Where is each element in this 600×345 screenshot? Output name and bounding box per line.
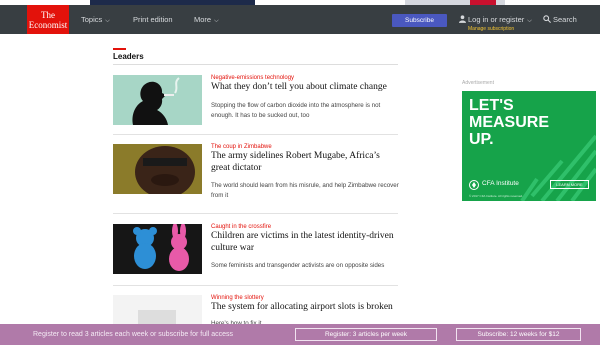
article-description: The world should learn from his misrule,… [211,182,399,199]
section-title: Leaders [113,52,144,61]
article-headline[interactable]: What they don’t tell you about climate c… [211,82,401,94]
nav-topics[interactable]: Topics ⌵ [81,15,110,26]
nav-topics-label: Topics [81,15,103,24]
advertisement-label: Advertisement [462,80,494,86]
subscribe-offer-button[interactable]: Subscribe: 12 weeks for $12 [456,328,581,341]
ad-headline: LET'S MEASURE UP. [469,97,549,148]
registration-message: Register to read 3 articles each week or… [33,331,233,338]
cfa-logo-icon [469,180,479,190]
article-flytitle: Caught in the crossfire [211,224,272,230]
article-headline[interactable]: The system for allocating airport slots … [211,302,401,314]
login-label: Log in or register [468,15,525,24]
login-button[interactable]: Log in or register ⌵ [459,15,532,26]
teddy-bear-icon [133,224,189,271]
article-flytitle: The coup in Zimbabwe [211,144,272,150]
article-description: Some feminists and transgender activists… [211,262,385,269]
search-label: Search [553,15,577,24]
chevron-down-icon: ⌵ [214,18,219,24]
nav-print-edition[interactable]: Print edition [133,15,173,24]
ad-headline-line-2: MEASURE [469,114,550,131]
nav-print-edition-label: Print edition [133,15,173,24]
search-icon [543,15,551,23]
article-thumbnail-toys[interactable] [113,224,202,274]
ad-headline-line-1: LET'S [469,97,514,114]
advertisement-banner[interactable]: LET'S MEASURE UP. CFA Institute LEARN MO… [462,91,596,201]
article-flytitle: Negative-emissions technology [211,75,295,81]
article-divider [113,213,398,214]
article-divider [113,285,398,286]
nav-more[interactable]: More ⌵ [194,15,219,26]
chevron-down-icon: ⌵ [105,18,110,24]
economist-logo[interactable]: The Economist [27,5,69,34]
article-thumbnail-climate[interactable] [113,75,202,125]
chevron-down-icon: ⌵ [527,18,532,24]
article-flytitle: Winning the slottery [211,295,264,301]
ad-brand: CFA Institute [482,180,519,187]
article-description: Stopping the flow of carbon dioxide into… [211,102,381,119]
logo-line-2: Economist [28,20,68,30]
article-headline[interactable]: Children are victims in the latest ident… [211,231,401,254]
register-button[interactable]: Register: 3 articles per week [295,328,437,341]
article-thumbnail-zimbabwe[interactable] [113,144,202,194]
logo-line-1: The [41,10,55,20]
ad-fine-print: © 2017 CFA Institute. All rights reserve… [469,194,523,198]
section-divider [113,64,398,65]
ad-headline-line-3: UP. [469,131,494,148]
ad-learn-more-button[interactable]: LEARN MORE [550,180,589,189]
portrait-icon [113,144,202,194]
manage-subscription-link[interactable]: Manage subscription [468,26,514,32]
subscribe-button[interactable]: Subscribe [392,14,447,27]
section-accent-bar [113,48,126,50]
smoker-silhouette-icon [132,77,180,125]
search-button[interactable]: Search [543,15,577,24]
article-headline[interactable]: The army sidelines Robert Mugabe, Africa… [211,151,401,174]
registration-bar: Register to read 3 articles each week or… [0,324,600,345]
nav-more-label: More [194,15,212,24]
user-icon [459,15,466,23]
article-divider [113,134,398,135]
